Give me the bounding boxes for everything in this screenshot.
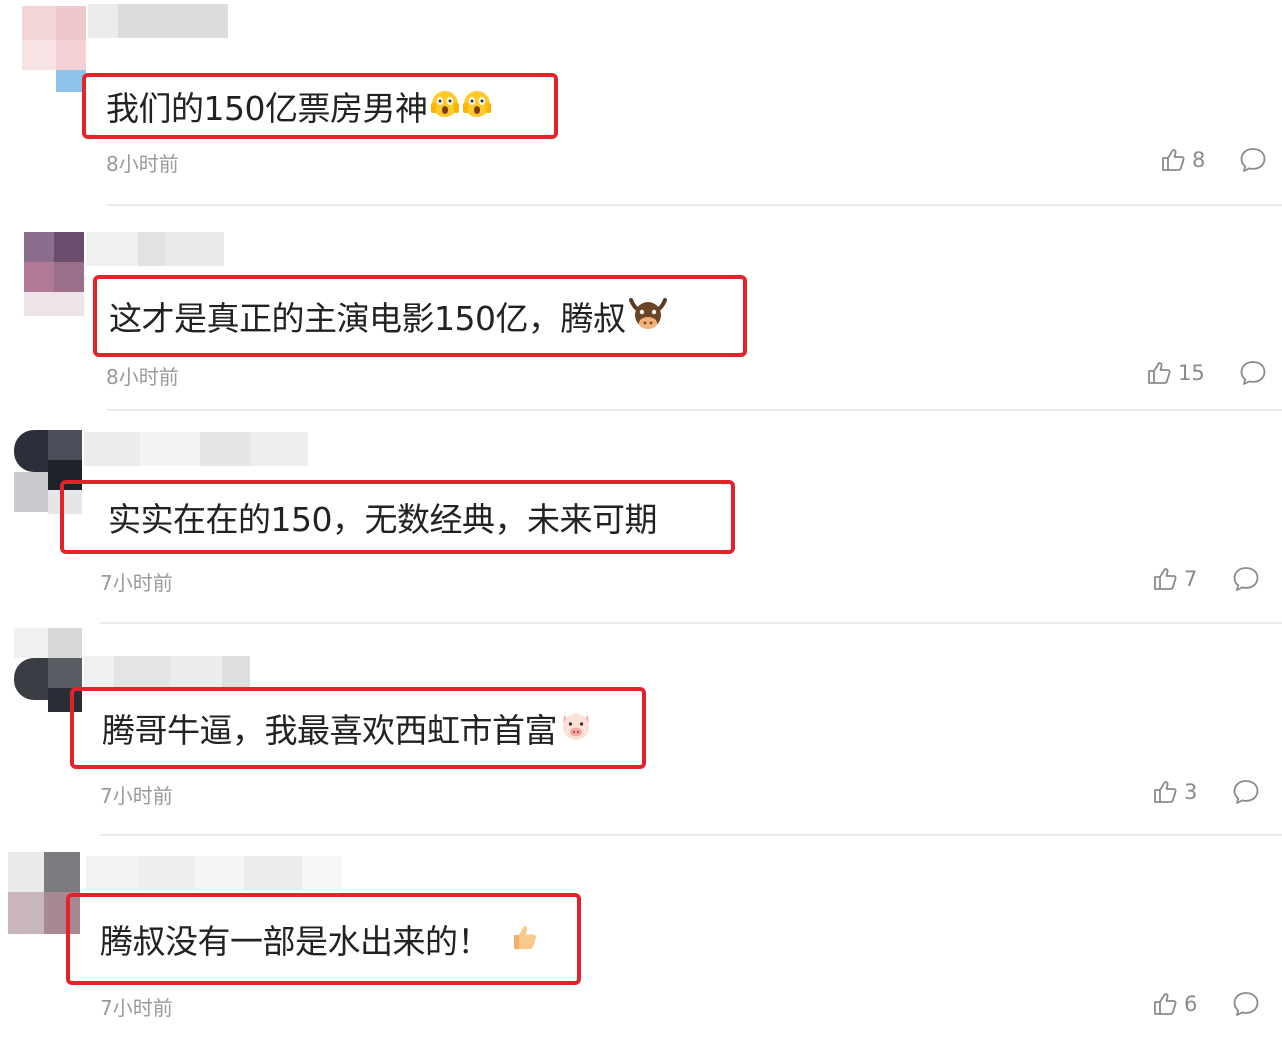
pig-emoji	[559, 709, 593, 747]
like-button[interactable]: 7	[1152, 566, 1197, 592]
comment-bubble-icon	[1233, 567, 1259, 591]
comment-timestamp: 7小时前	[100, 784, 173, 808]
like-count: 6	[1184, 992, 1198, 1016]
bull-emoji	[628, 294, 668, 338]
like-button[interactable]: 3	[1152, 779, 1197, 805]
comment-bubble-icon	[1233, 992, 1259, 1016]
username-blurred[interactable]	[84, 656, 250, 690]
comment-highlight-box: 腾哥牛逼，我最喜欢西虹市首富	[70, 687, 646, 769]
thumbs-up-icon	[1148, 362, 1171, 384]
comment-text: 我们的150亿票房男神	[106, 89, 428, 128]
thumbs-up-emoji	[508, 921, 540, 957]
comment-text: 腾哥牛逼，我最喜欢西虹市首富	[102, 711, 558, 750]
comment-bubble-icon	[1240, 361, 1266, 385]
reply-button[interactable]	[1239, 359, 1267, 391]
like-button[interactable]: 15	[1146, 360, 1205, 386]
reply-button[interactable]	[1232, 778, 1260, 810]
comment-timestamp: 7小时前	[100, 571, 173, 595]
comment-divider	[106, 204, 1282, 206]
thumbs-up-icon	[1162, 149, 1185, 171]
reply-button[interactable]	[1239, 146, 1267, 178]
comment-highlight-box: 这才是真正的主演电影150亿，腾叔	[93, 275, 747, 357]
comment-highlight-box: 实实在在的150，无数经典，未来可期	[60, 480, 735, 554]
comment-highlight-box: 腾叔没有一部是水出来的！	[66, 893, 581, 985]
like-count: 8	[1192, 148, 1206, 172]
comment-divider	[100, 622, 1282, 624]
comment-timestamp: 7小时前	[100, 996, 173, 1020]
username-blurred[interactable]	[86, 232, 224, 266]
like-count: 7	[1184, 567, 1198, 591]
username-blurred[interactable]	[86, 856, 342, 890]
thumbs-up-icon	[1154, 568, 1177, 590]
comment-highlight-box: 我们的150亿票房男神	[82, 73, 558, 139]
avatar[interactable]	[22, 6, 86, 92]
avatar[interactable]	[24, 232, 88, 316]
scream-emoji	[430, 89, 460, 123]
comment-text: 这才是真正的主演电影150亿，腾叔	[109, 299, 626, 338]
thumbs-up-icon	[1154, 993, 1177, 1015]
reply-button[interactable]	[1232, 990, 1260, 1022]
username-blurred[interactable]	[84, 432, 308, 466]
avatar[interactable]	[14, 628, 82, 712]
scream-emoji	[462, 89, 492, 123]
comment-bubble-icon	[1233, 780, 1259, 804]
reply-button[interactable]	[1232, 565, 1260, 597]
comment-text: 腾叔没有一部是水出来的！	[100, 922, 491, 961]
thumbs-up-icon	[1154, 781, 1177, 803]
comment-timestamp: 8小时前	[106, 365, 179, 389]
like-count: 15	[1178, 361, 1205, 385]
comment-bubble-icon	[1240, 148, 1266, 172]
username-blurred[interactable]	[88, 4, 228, 38]
comment-divider	[100, 834, 1282, 836]
like-button[interactable]: 6	[1152, 991, 1197, 1017]
comment-timestamp: 8小时前	[106, 152, 179, 176]
like-button[interactable]: 8	[1160, 147, 1205, 173]
comment-text: 实实在在的150，无数经典，未来可期	[108, 500, 658, 539]
comment-divider	[106, 409, 1282, 411]
like-count: 3	[1184, 780, 1198, 804]
avatar[interactable]	[8, 852, 80, 936]
